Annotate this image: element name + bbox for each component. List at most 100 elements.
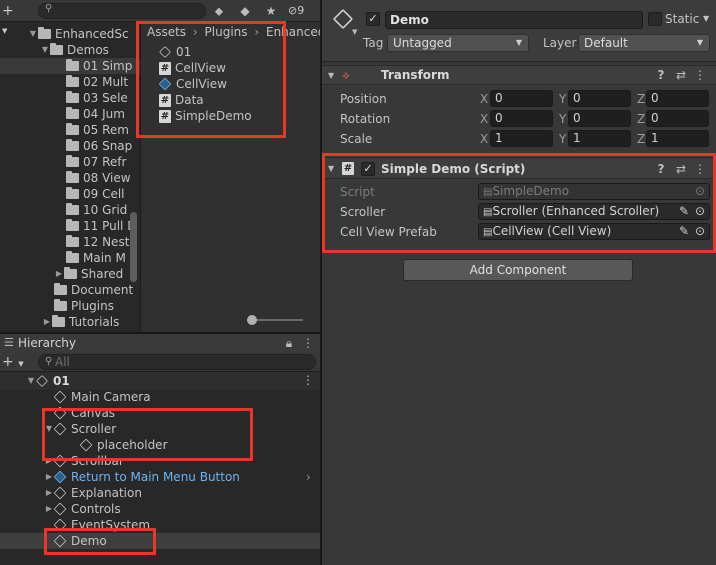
breadcrumb-item[interactable]: Assets bbox=[147, 25, 186, 39]
filter-by-label-icon[interactable]: ◆ bbox=[236, 3, 254, 19]
transform-header[interactable]: ▼ ⟡ Transform ? ⇄ ⋮ bbox=[322, 65, 716, 85]
asset-item[interactable]: # CellView bbox=[159, 60, 226, 76]
help-icon[interactable]: ? bbox=[654, 161, 668, 177]
scene-row[interactable]: ▼ 01 ⋮ bbox=[0, 372, 320, 390]
more-options-icon[interactable]: ⋮ bbox=[302, 335, 314, 351]
asset-item[interactable]: # SimpleDemo bbox=[159, 108, 252, 124]
folder-tree-item[interactable]: 05 Rem bbox=[66, 122, 129, 138]
foldout-arrow-icon[interactable]: ▼ bbox=[328, 68, 334, 84]
folder-tree-item[interactable]: ▶ Shared bbox=[54, 266, 123, 282]
asset-item[interactable]: # Data bbox=[159, 92, 204, 108]
expand-arrow-icon[interactable]: ▶ bbox=[44, 501, 54, 517]
static-dropdown-icon[interactable]: ▼ bbox=[703, 11, 709, 27]
object-picker-icon[interactable]: ⊙ bbox=[695, 224, 705, 239]
expand-arrow-icon[interactable]: ▶ bbox=[54, 266, 64, 282]
folder-tree-item[interactable]: 10 Grid bbox=[66, 202, 127, 218]
folder-tree-item[interactable]: 12 Nest bbox=[66, 234, 129, 250]
hierarchy-create-button[interactable]: + ▼ bbox=[2, 353, 24, 371]
tag-dropdown[interactable]: Untagged ▼ bbox=[387, 34, 529, 52]
expand-arrow-icon[interactable]: ▶ bbox=[44, 485, 54, 501]
cell-view-prefab-field[interactable]: ▤CellView (Cell View) ✎ ⊙ bbox=[478, 223, 710, 240]
inspector-panel: ▼ ✓ Demo Static ▼ Tag Untagged ▼ Layer De… bbox=[322, 0, 716, 565]
script-field-value: SimpleDemo bbox=[492, 184, 570, 198]
component-enabled-checkbox[interactable]: ✓ bbox=[361, 162, 375, 176]
rotation-z-field[interactable]: 0 bbox=[646, 110, 709, 127]
lock-icon[interactable]: 🔒︎ bbox=[282, 335, 296, 351]
folder-tree-item[interactable]: 08 View bbox=[66, 170, 131, 186]
folder-tree-item-selected[interactable]: 01 Simp bbox=[0, 58, 140, 74]
scroller-reference-field[interactable]: ▤Scroller (Enhanced Scroller) ✎ ⊙ bbox=[478, 203, 710, 220]
hierarchy-item[interactable]: ▶ Controls bbox=[46, 501, 121, 517]
scene-options-icon[interactable]: ⋮ bbox=[302, 372, 314, 388]
hierarchy-item[interactable]: Main Camera bbox=[53, 389, 151, 405]
folder-tree-item[interactable]: Main M bbox=[66, 250, 126, 266]
rotation-x-field[interactable]: 0 bbox=[490, 110, 553, 127]
hierarchy-item-prefab[interactable]: ▶ Return to Main Menu Button bbox=[46, 469, 240, 485]
component-menu-icon[interactable]: ⋮ bbox=[694, 67, 706, 83]
hierarchy-item[interactable]: Canvas bbox=[53, 405, 115, 421]
expand-arrow-icon[interactable]: ▶ bbox=[44, 469, 54, 485]
layer-dropdown[interactable]: Default ▼ bbox=[578, 34, 710, 52]
folder-tree-item[interactable]: 02 Mult bbox=[66, 74, 128, 90]
script-component-header[interactable]: ▼ # ✓ Simple Demo (Script) ? ⇄ ⋮ bbox=[322, 157, 716, 179]
help-icon[interactable]: ? bbox=[654, 67, 668, 83]
breadcrumb-item[interactable]: Plugins bbox=[205, 25, 248, 39]
scale-x-field[interactable]: 1 bbox=[490, 130, 553, 147]
hierarchy-item[interactable]: ▶ Scrollbar bbox=[46, 453, 124, 469]
gameobject-large-icon[interactable]: ▼ bbox=[328, 6, 358, 36]
folder-tree-item[interactable]: 07 Refr bbox=[66, 154, 126, 170]
position-x-field[interactable]: 0 bbox=[490, 90, 553, 107]
expand-arrow-icon[interactable]: ▶ bbox=[44, 453, 54, 469]
asset-zoom-slider-handle[interactable] bbox=[247, 315, 257, 325]
edit-pencil-icon[interactable]: ✎ bbox=[679, 224, 689, 239]
position-y-field[interactable]: 0 bbox=[568, 90, 631, 107]
active-checkbox[interactable]: ✓ bbox=[366, 12, 380, 26]
expand-arrow-icon[interactable]: ▼ bbox=[26, 373, 36, 389]
object-picker-icon[interactable]: ⊙ bbox=[695, 204, 705, 219]
folder-tree-item[interactable]: 04 Jum bbox=[66, 106, 125, 122]
open-prefab-arrow-icon[interactable]: › bbox=[306, 469, 311, 485]
project-search-input[interactable]: ⚲ bbox=[38, 3, 206, 19]
edit-pencil-icon[interactable]: ✎ bbox=[679, 204, 689, 219]
folder-tree-scrollbar[interactable] bbox=[130, 212, 137, 282]
presets-icon[interactable]: ⇄ bbox=[674, 67, 688, 83]
scale-z-field[interactable]: 1 bbox=[646, 130, 709, 147]
hierarchy-title[interactable]: Hierarchy bbox=[18, 334, 76, 352]
folder-tree-item[interactable]: ▶ Tutorials bbox=[42, 314, 119, 330]
folder-tree-item[interactable]: Document bbox=[54, 282, 133, 298]
folder-tree-item[interactable]: 03 Sele bbox=[66, 90, 128, 106]
hierarchy-item[interactable]: ▶ Explanation bbox=[46, 485, 142, 501]
hierarchy-item[interactable]: placeholder bbox=[79, 437, 168, 453]
folder-tree-item[interactable]: Plugins bbox=[54, 298, 114, 314]
asset-item[interactable]: CellView bbox=[158, 76, 227, 92]
scale-y-field[interactable]: 1 bbox=[568, 130, 631, 147]
position-z-field[interactable]: 0 bbox=[646, 90, 709, 107]
favorites-star-icon[interactable]: ★ bbox=[262, 3, 280, 19]
folder-tree-item[interactable]: 11 Pull D bbox=[66, 218, 136, 234]
hidden-packages-toggle[interactable]: ⊘9 bbox=[288, 3, 318, 19]
presets-icon[interactable]: ⇄ bbox=[674, 161, 688, 177]
expand-arrow-icon[interactable]: ▼ bbox=[44, 421, 54, 437]
folder-tree-item[interactable]: ▼ Demos bbox=[40, 42, 109, 58]
asset-item[interactable]: 01 bbox=[159, 44, 191, 60]
folder-tree-item[interactable]: 09 Cell bbox=[66, 186, 125, 202]
project-create-button[interactable]: + ▼ bbox=[2, 2, 22, 35]
component-menu-icon[interactable]: ⋮ bbox=[694, 161, 706, 177]
hierarchy-search-input[interactable]: ⚲ All bbox=[38, 354, 316, 370]
hierarchy-item-selected[interactable]: Demo bbox=[0, 533, 320, 549]
rotation-y-field[interactable]: 0 bbox=[568, 110, 631, 127]
object-name-field[interactable]: Demo bbox=[385, 11, 643, 29]
expand-arrow-icon[interactable]: ▼ bbox=[40, 42, 50, 58]
hierarchy-item[interactable]: ▼ Scroller bbox=[46, 421, 116, 437]
folder-tree-item[interactable]: 06 Snap bbox=[66, 138, 132, 154]
static-checkbox[interactable] bbox=[648, 12, 662, 26]
add-component-button[interactable]: Add Component bbox=[403, 259, 633, 281]
foldout-arrow-icon[interactable]: ▼ bbox=[328, 161, 334, 177]
expand-arrow-icon[interactable]: ▼ bbox=[28, 26, 38, 42]
filter-by-type-icon[interactable]: ⬥ bbox=[210, 3, 228, 19]
expand-arrow-icon[interactable]: ▶ bbox=[42, 314, 52, 330]
asset-zoom-slider[interactable] bbox=[249, 319, 303, 321]
breadcrumb-item[interactable]: EnhancedS bbox=[266, 25, 320, 39]
hierarchy-item[interactable]: EventSystem bbox=[53, 517, 150, 533]
folder-tree-item[interactable]: ▼ EnhancedSc bbox=[28, 26, 129, 42]
